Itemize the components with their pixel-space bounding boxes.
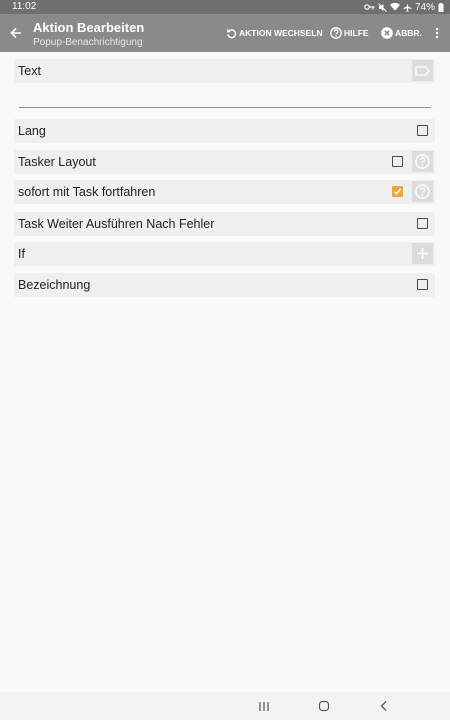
recents-icon (259, 701, 269, 711)
continue-after-error-row[interactable]: Task Weiter Ausführen Nach Fehler (14, 212, 435, 236)
lang-label: Lang (18, 124, 46, 138)
page-title: Aktion Bearbeiten (33, 20, 145, 35)
close-circle-icon (381, 27, 393, 39)
switch-action-label: AKTION WECHSELN (239, 28, 323, 38)
back-nav-button[interactable] (376, 698, 392, 714)
continue-after-error-checkbox[interactable] (417, 218, 428, 229)
tasker-layout-row[interactable]: Tasker Layout (14, 150, 435, 174)
tasker-layout-label: Tasker Layout (18, 155, 96, 169)
status-time: 11:02 (12, 1, 37, 12)
continue-immediately-checkbox[interactable] (392, 186, 403, 197)
cancel-button[interactable]: ABBR. (381, 25, 422, 41)
if-label: If (18, 247, 25, 261)
label-tag-icon (415, 65, 430, 76)
battery-icon (438, 2, 444, 12)
continue-immediately-label: sofort mit Task fortfahren (18, 185, 156, 199)
lang-checkbox[interactable] (417, 125, 428, 136)
help-icon (415, 154, 430, 169)
home-icon (318, 700, 330, 712)
battery-text: 74% (414, 1, 435, 13)
recents-button[interactable] (256, 698, 272, 714)
add-condition-button[interactable] (412, 243, 433, 264)
overflow-menu-button[interactable] (432, 25, 442, 41)
label-field-label: Bezeichnung (18, 278, 91, 292)
system-nav-bar (0, 692, 450, 720)
plus-icon (417, 248, 428, 259)
help-icon (330, 27, 342, 39)
back-button[interactable] (6, 23, 26, 43)
cancel-label: ABBR. (395, 28, 422, 38)
key-icon (364, 3, 375, 11)
continue-immediately-row[interactable]: sofort mit Task fortfahren (14, 180, 435, 204)
if-row: If (14, 242, 435, 266)
tasker-layout-help-button[interactable] (412, 151, 433, 172)
status-bar: 11:02 74% (0, 0, 450, 14)
page-subtitle: Popup-Benachrichtigung (33, 37, 143, 48)
airplane-icon (403, 3, 412, 12)
help-label: HILFE (344, 28, 369, 38)
chevron-left-icon (380, 701, 387, 711)
lang-row[interactable]: Lang (14, 119, 435, 143)
app-bar: Aktion Bearbeiten Popup-Benachrichtigung… (0, 14, 450, 52)
label-row[interactable]: Bezeichnung (14, 273, 435, 297)
tasker-layout-checkbox[interactable] (392, 156, 403, 167)
continue-after-error-label: Task Weiter Ausführen Nach Fehler (18, 217, 215, 231)
continue-immediately-help-button[interactable] (412, 181, 433, 202)
text-field-header: Text (14, 59, 435, 83)
arrow-left-icon (10, 27, 21, 39)
status-icons: 74% (364, 0, 444, 14)
wifi-icon (389, 3, 400, 11)
refresh-icon (227, 28, 237, 38)
help-button[interactable]: HILFE (330, 25, 369, 41)
more-vert-icon (435, 27, 439, 39)
text-field-label: Text (18, 64, 41, 78)
home-button[interactable] (316, 698, 332, 714)
text-input-underline[interactable] (19, 107, 431, 108)
variable-tag-button[interactable] (412, 60, 433, 81)
help-icon (415, 184, 430, 199)
checkmark-icon (393, 188, 402, 195)
switch-action-button[interactable]: AKTION WECHSELN (226, 25, 323, 41)
label-checkbox[interactable] (417, 279, 428, 290)
mute-icon (378, 2, 387, 12)
